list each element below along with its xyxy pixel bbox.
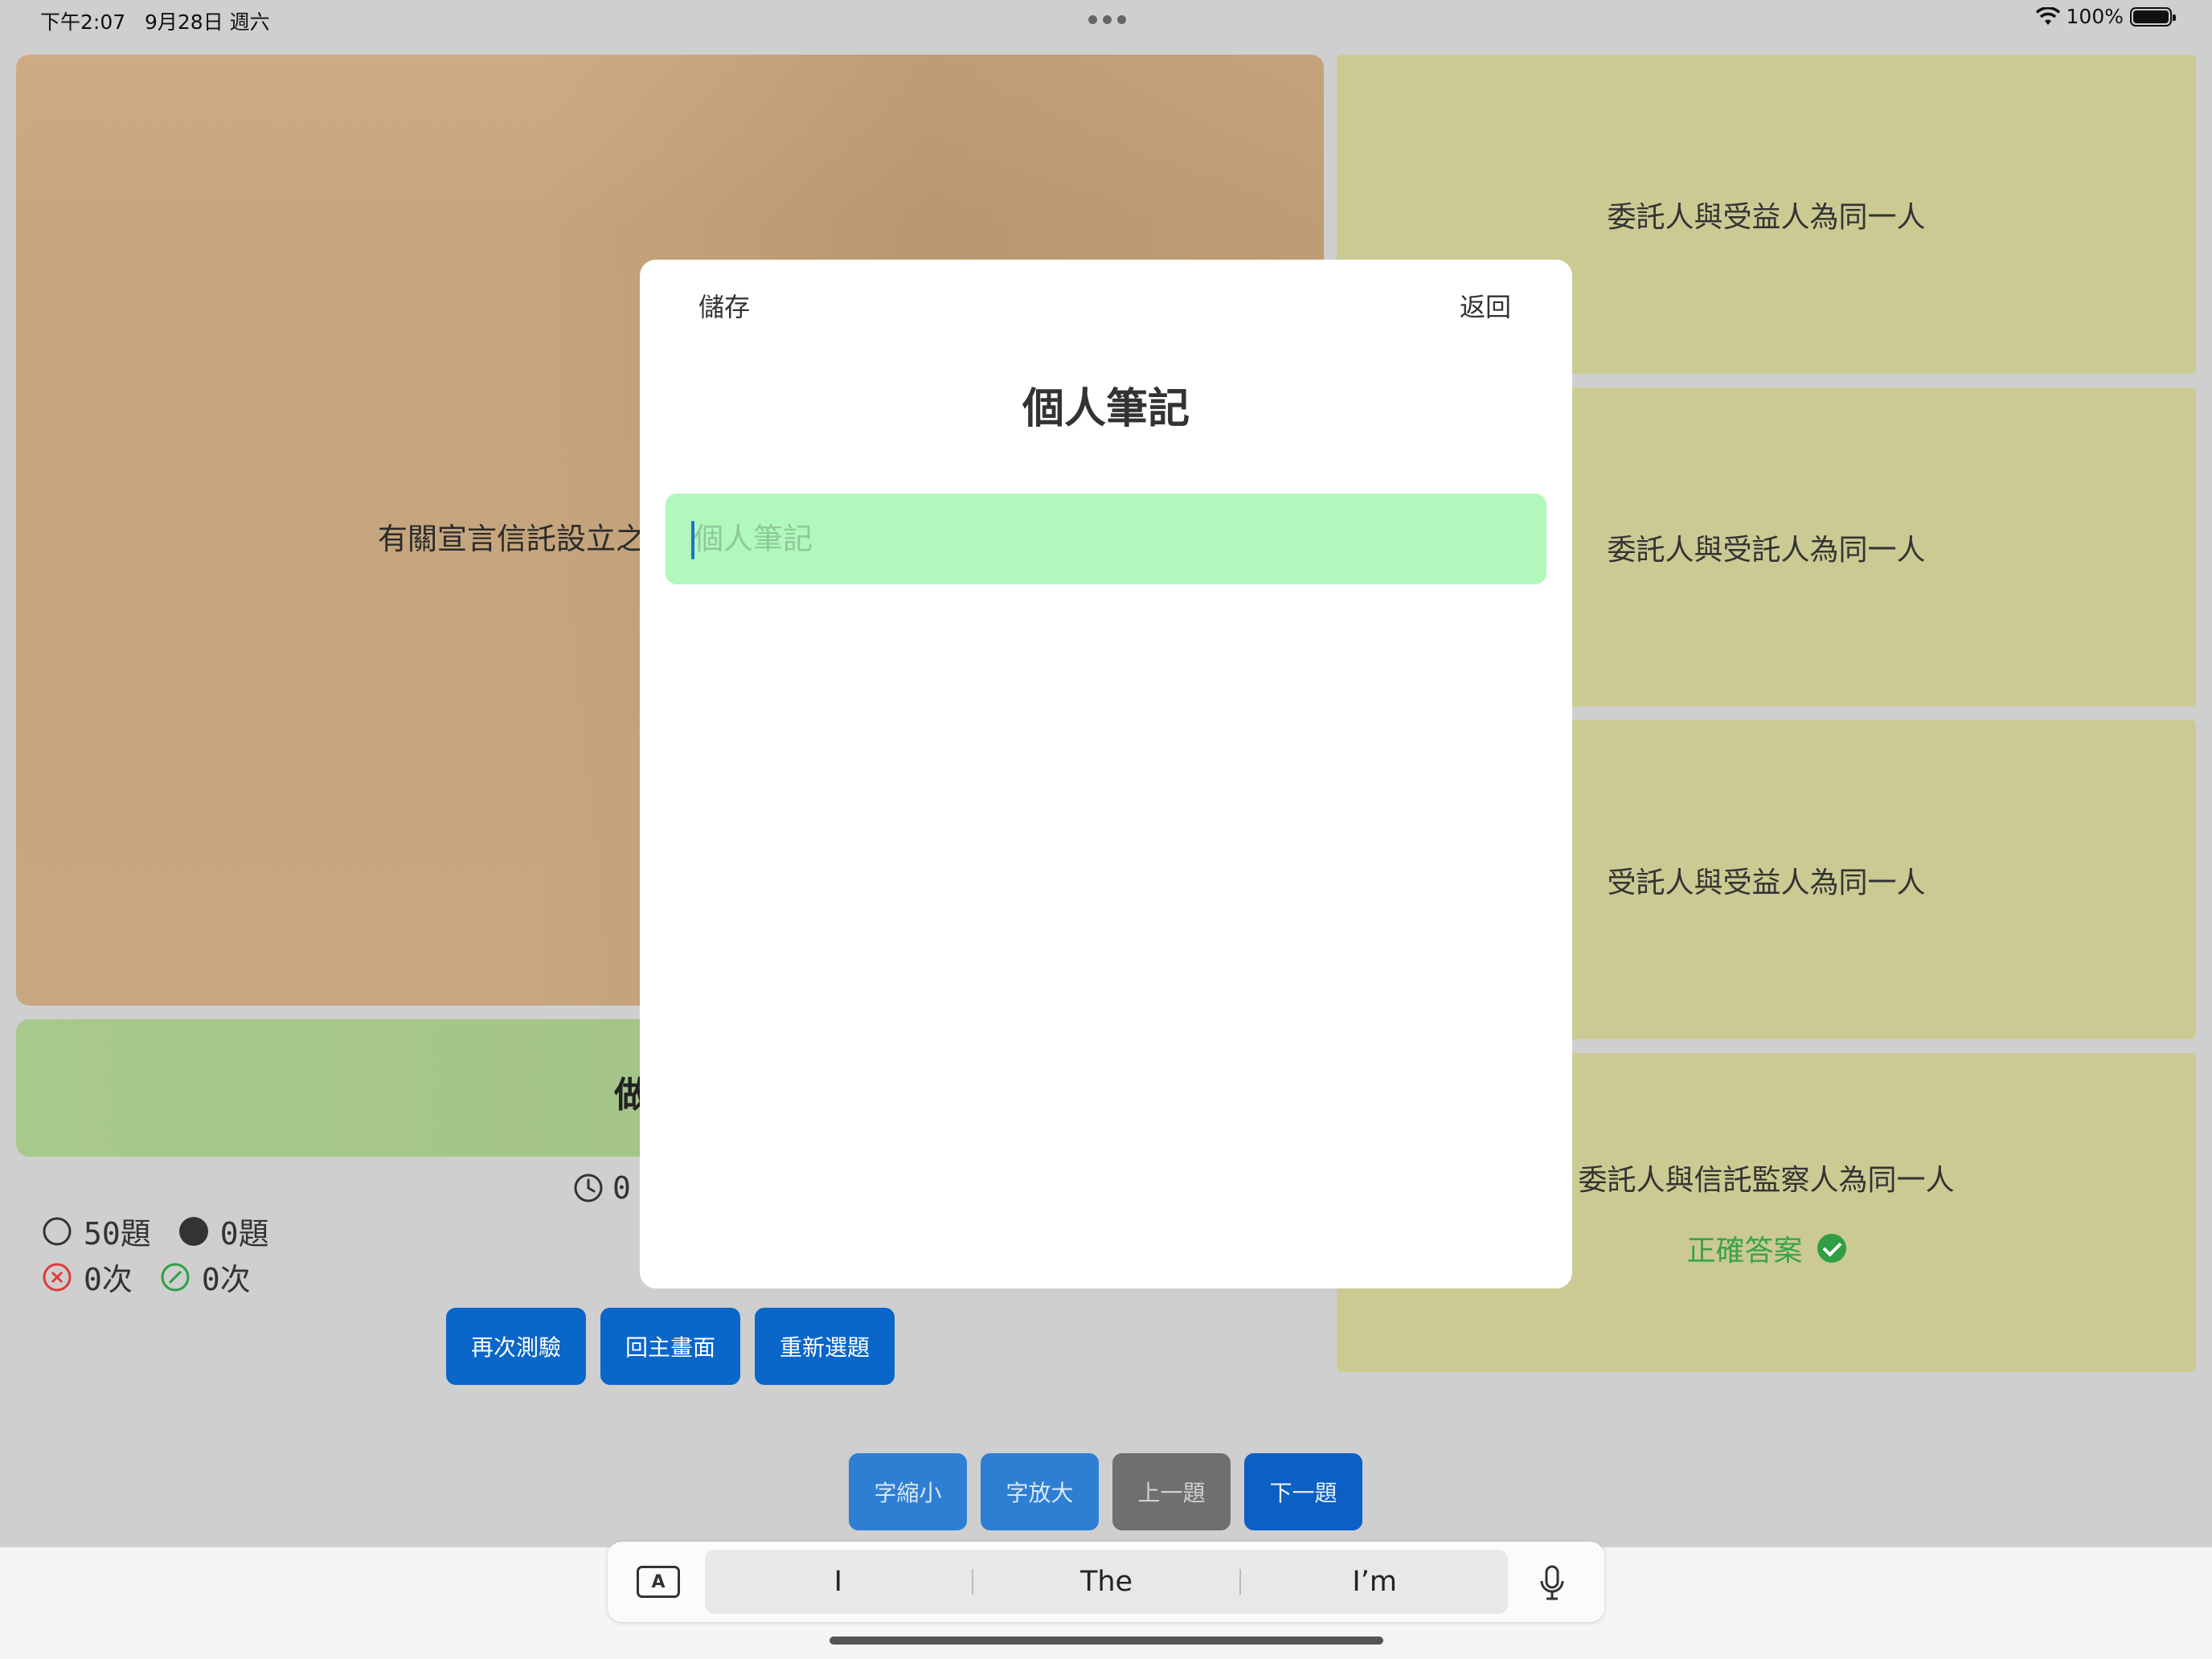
stats-panel: 50題 0題 0次 0次 xyxy=(42,1209,269,1299)
suggestion-1[interactable]: I xyxy=(705,1566,972,1598)
status-date: 9月28日 週六 xyxy=(144,10,270,34)
home-button[interactable]: 回主畫面 xyxy=(600,1308,740,1385)
option-2-text: 委託人與受託人為同一人 xyxy=(1607,533,1926,567)
option-1-text: 委託人與受益人為同一人 xyxy=(1607,200,1926,234)
option-3-text: 受託人與受益人為同一人 xyxy=(1607,866,1926,899)
home-indicator[interactable] xyxy=(830,1636,1383,1645)
correct-answer-label: 正確答案 xyxy=(1686,1234,1803,1268)
option-4-text: 委託人與信託監察人為同一人 xyxy=(1578,1163,1955,1197)
stats-row-results: 0次 0次 xyxy=(42,1255,269,1299)
font-larger-button[interactable]: 字放大 xyxy=(981,1453,1099,1530)
predictive-suggestions: I The I’m xyxy=(705,1550,1508,1614)
question-text: 有關宣言信託設立之 xyxy=(378,522,645,556)
stats-row-counts: 50題 0題 xyxy=(42,1209,269,1253)
font-smaller-button[interactable]: 字縮小 xyxy=(849,1453,967,1530)
microphone-icon[interactable] xyxy=(1538,1565,1566,1602)
retest-button[interactable]: 再次測驗 xyxy=(446,1308,586,1385)
reselect-button[interactable]: 重新選題 xyxy=(755,1308,895,1385)
multitasking-dots-icon[interactable] xyxy=(1088,15,1126,24)
answered-circle-icon xyxy=(178,1216,208,1246)
wrong-icon xyxy=(43,1263,72,1291)
battery-icon xyxy=(2130,6,2176,27)
text-format-icon[interactable]: A xyxy=(637,1566,680,1598)
status-right: 100% xyxy=(2035,5,2176,28)
answered-count: 0題 xyxy=(219,1216,269,1251)
suggestion-2[interactable]: The xyxy=(973,1566,1240,1598)
text-caret xyxy=(691,521,694,559)
personal-note-input[interactable] xyxy=(666,494,1546,584)
status-bar: 下午2:07 9月28日 週六 100% xyxy=(0,0,2212,42)
unanswered-circle-icon xyxy=(43,1217,72,1245)
wrong-count: 0次 xyxy=(84,1262,133,1297)
back-button[interactable]: 返回 xyxy=(1460,287,1511,324)
timer-icon xyxy=(574,1174,603,1202)
correct-icon xyxy=(161,1263,190,1291)
check-circle-icon xyxy=(1817,1233,1846,1263)
suggestion-3[interactable]: I’m xyxy=(1241,1566,1508,1598)
correct-answer-badge: 正確答案 xyxy=(1578,1227,1954,1269)
correct-count: 0次 xyxy=(201,1262,251,1297)
status-time-date: 下午2:07 9月28日 週六 xyxy=(40,6,270,35)
timer: 0 xyxy=(572,1170,631,1206)
status-time: 下午2:07 xyxy=(40,10,126,34)
next-question-button[interactable]: 下一題 xyxy=(1244,1453,1362,1530)
wifi-icon xyxy=(2035,6,2060,25)
save-button[interactable]: 儲存 xyxy=(698,287,750,324)
unanswered-count: 50題 xyxy=(84,1216,151,1251)
prev-question-button[interactable]: 上一題 xyxy=(1112,1453,1231,1530)
modal-title: 個人筆記 xyxy=(1022,385,1190,433)
timer-value: 0 xyxy=(612,1170,631,1206)
battery-percent: 100% xyxy=(2066,5,2124,28)
